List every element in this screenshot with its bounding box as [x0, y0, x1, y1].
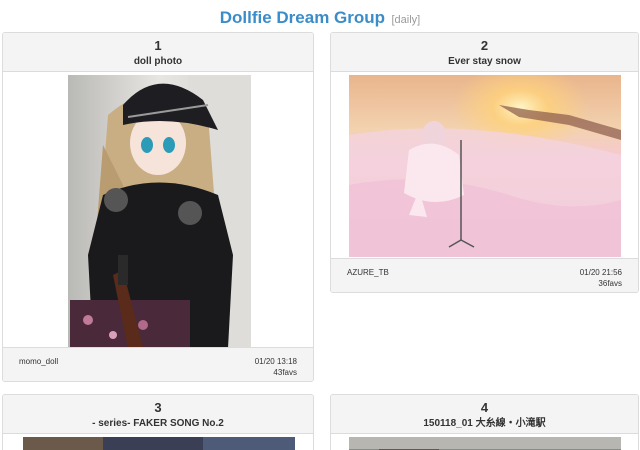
rank-number: 1: [154, 38, 162, 53]
favs-count: 36favs: [598, 279, 622, 288]
photo-thumbnail[interactable]: [23, 437, 295, 450]
page-header: Dollfie Dream Group [daily]: [0, 8, 640, 28]
photo-card: 3 - series- FAKER SONG No.2: [2, 394, 314, 450]
photo-card: 2 Ever stay snow AZURE_TB 01/20 21:56 36…: [330, 32, 639, 293]
card-header: 1 doll photo: [3, 33, 313, 72]
card-header: 3 - series- FAKER SONG No.2: [3, 395, 313, 434]
card-header: 4 150118_01 大糸線・小滝駅: [331, 395, 638, 434]
photo-title[interactable]: doll photo: [3, 55, 313, 69]
photo-thumbnail[interactable]: [68, 75, 251, 348]
photo-card: 4 150118_01 大糸線・小滝駅: [330, 394, 639, 450]
photo-title[interactable]: Ever stay snow: [331, 55, 638, 69]
rank-number: 2: [480, 38, 489, 53]
photo-thumbnail[interactable]: [349, 75, 621, 257]
photo-title[interactable]: - series- FAKER SONG No.2: [3, 417, 313, 431]
rank-number: 3: [154, 400, 162, 415]
rank-number: 4: [480, 400, 489, 415]
card-header: 2 Ever stay snow: [331, 33, 638, 72]
card-footer: momo_doll 01/20 13:18 43favs: [3, 347, 313, 381]
photo-thumbnail[interactable]: [349, 437, 621, 450]
card-footer: AZURE_TB 01/20 21:56 36favs: [331, 258, 638, 292]
username-link[interactable]: momo_doll: [19, 357, 58, 366]
username-link[interactable]: AZURE_TB: [347, 268, 389, 277]
post-date: 01/20 21:56: [579, 268, 622, 277]
photo-title[interactable]: 150118_01 大糸線・小滝駅: [331, 417, 638, 431]
photo-card: 1 doll photo momo_doll 01/20 13:18 43fav…: [2, 32, 314, 382]
post-date: 01/20 13:18: [254, 357, 297, 366]
group-title-link[interactable]: Dollfie Dream Group: [220, 8, 385, 27]
favs-count: 43favs: [273, 368, 297, 377]
period-tag: [daily]: [391, 14, 421, 26]
